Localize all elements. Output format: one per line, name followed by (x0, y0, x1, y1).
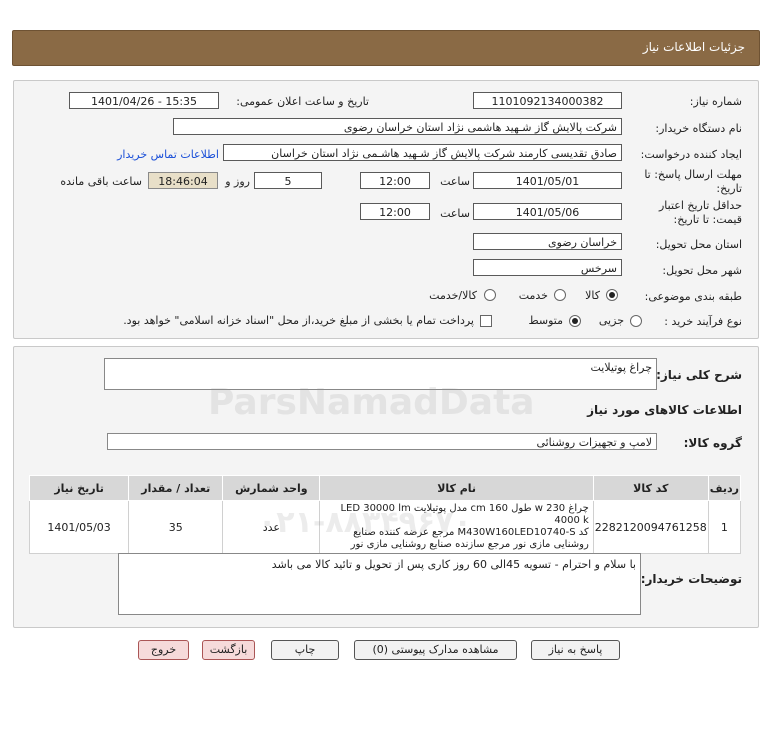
category-radio-goods-service[interactable] (484, 289, 496, 301)
cell-row-number: 1 (707, 500, 742, 554)
buyer-org-field[interactable]: شرکت پالایش گاز شـهید هاشمی نژاد استان خ… (173, 118, 622, 135)
province-field[interactable]: خراسان رضوی (473, 233, 622, 250)
deadline-time-field[interactable]: 12:00 (360, 172, 430, 189)
cell-unit: عدد (222, 500, 321, 554)
buyer-notes-label: توضیحات خریدار: (640, 572, 742, 586)
col-header-qty: تعداد / مقدار (128, 475, 224, 501)
need-number-label: شماره نیاز: (689, 95, 742, 108)
cell-name-line2: کد M430W160LED10740-S مرجع عرضه کننده صن… (353, 527, 589, 538)
creator-field[interactable]: صادق تقدیسی کارمند شرکت پالایش گاز شـهید… (223, 144, 622, 161)
buyer-org-label: نام دستگاه خریدار: (655, 122, 742, 135)
process-option-minor: جزیی (598, 314, 624, 327)
need-number-field[interactable]: 1101092134000382 (473, 92, 622, 109)
col-header-name: نام کالا (319, 475, 594, 501)
general-desc-field[interactable]: چراغ پوتیلایت (104, 358, 657, 390)
category-radio-goods[interactable] (606, 289, 618, 301)
province-label: استان محل تحویل: (655, 238, 742, 251)
treasury-payment-note: پرداخت تمام یا بخشی از مبلغ خرید،از محل … (123, 314, 474, 327)
table-row[interactable]: 1 2282120094761258 چراغ w 230 طول cm 160… (28, 500, 742, 554)
validity-label-line2: قیمت: تا تاریخ: (673, 213, 742, 226)
goods-info-title: اطلاعات کالاهای مورد نیاز (587, 403, 742, 417)
category-option-goods-service: کالا/خدمت (429, 289, 477, 302)
goods-group-field[interactable]: لامپ و تجهیزات روشنائی (107, 433, 657, 450)
deadline-date-field[interactable]: 1401/05/01 (473, 172, 622, 189)
deadline-time-label: ساعت (440, 175, 470, 188)
buyer-contact-link[interactable]: اطلاعات تماس خریدار (117, 148, 219, 161)
cell-name: چراغ w 230 طول cm 160 مدل پوتیلایت LED 3… (319, 500, 594, 554)
creator-label: ایجاد کننده درخواست: (640, 148, 742, 161)
page-title: جزئیات اطلاعات نیاز (642, 40, 745, 54)
city-field[interactable]: سرخس (473, 259, 622, 276)
cell-name-line3: روشنایی مازی نور مرجع سازنده صنایع روشنا… (350, 539, 589, 550)
process-label: نوع فرآیند خرید : (664, 315, 742, 328)
days-field[interactable]: 5 (254, 172, 322, 189)
validity-time-field[interactable]: 12:00 (360, 203, 430, 220)
deadline-label-line2: تاریخ: (716, 182, 742, 195)
announce-datetime-field[interactable]: 1401/04/26 - 15:35 (69, 92, 219, 109)
city-label: شهر محل تحویل: (662, 264, 742, 277)
process-radio-medium[interactable] (569, 315, 581, 327)
cell-code: 2282120094761258 (592, 500, 709, 554)
reply-button[interactable]: پاسخ به نیاز (531, 640, 620, 660)
print-button[interactable]: چاپ (271, 640, 339, 660)
deadline-label-line1: مهلت ارسال پاسخ: تا (644, 168, 742, 181)
buyer-notes-field[interactable]: با سلام و احترام - تسویه 45الی 60 روز کا… (118, 553, 641, 615)
validity-label-line1: حداقل تاریخ اعتبار (658, 199, 742, 212)
cell-date: 1401/05/03 (28, 500, 130, 554)
goods-table: ردیف کد کالا نام کالا واحد شمارش تعداد /… (28, 475, 742, 554)
category-option-goods: کالا (585, 289, 600, 302)
remaining-time-field: 18:46:04 (148, 172, 218, 189)
col-header-row-number: ردیف (707, 475, 742, 501)
days-label: روز و (225, 175, 250, 188)
category-radio-service[interactable] (554, 289, 566, 301)
page-header: جزئیات اطلاعات نیاز (12, 30, 760, 66)
announce-label: تاریخ و ساعت اعلان عمومی: (236, 95, 369, 108)
category-label: طبقه بندی موضوعی: (644, 290, 742, 303)
remaining-time-label: ساعت باقی مانده (60, 175, 142, 188)
category-option-service: خدمت (518, 289, 548, 302)
exit-button[interactable]: خروج (138, 640, 189, 660)
validity-time-label: ساعت (440, 207, 470, 220)
process-option-medium: متوسط (528, 314, 563, 327)
validity-date-field[interactable]: 1401/05/06 (473, 203, 622, 220)
cell-name-line1: چراغ w 230 طول cm 160 مدل پوتیلایت LED 3… (340, 503, 589, 526)
process-radio-minor[interactable] (630, 315, 642, 327)
col-header-code: کد کالا (592, 475, 709, 501)
general-desc-label: شرح کلی نیاز: (656, 368, 742, 382)
col-header-date: تاریخ نیاز (28, 475, 130, 501)
treasury-payment-checkbox[interactable] (480, 315, 492, 327)
col-header-unit: واحد شمارش (222, 475, 321, 501)
table-header-row: ردیف کد کالا نام کالا واحد شمارش تعداد /… (28, 475, 742, 501)
cell-qty: 35 (128, 500, 224, 554)
goods-group-label: گروه کالا: (683, 436, 742, 450)
back-button[interactable]: بازگشت (202, 640, 255, 660)
attachments-button[interactable]: مشاهده مدارک پیوستی (0) (354, 640, 517, 660)
